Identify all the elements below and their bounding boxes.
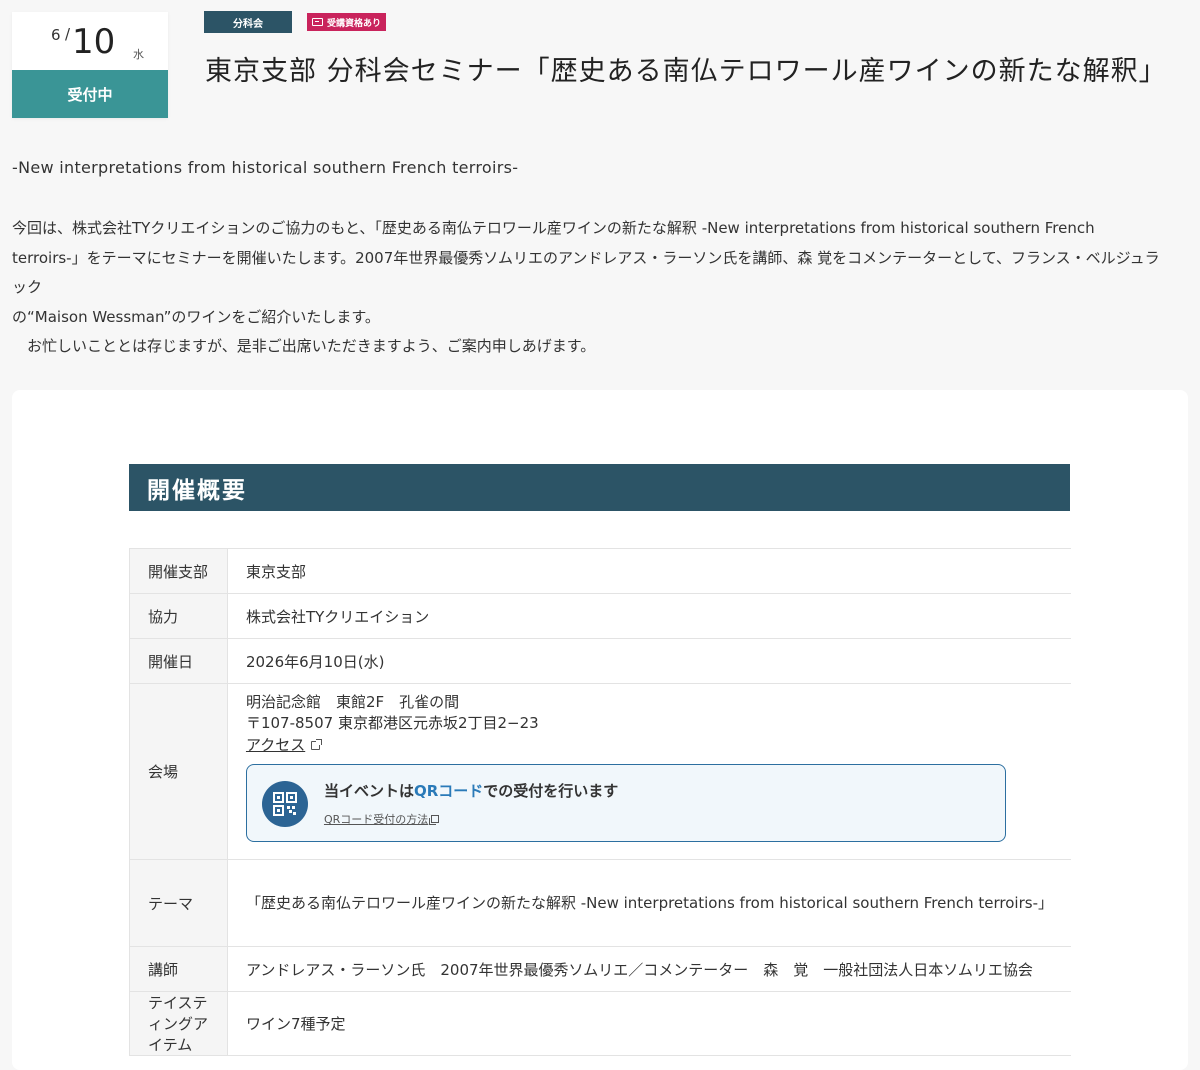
event-introduction: 今回は、株式会社TYクリエイションのご協力のもと、「歴史ある南仏テロワール産ワイ… — [12, 214, 1162, 362]
credit-tag: 受講資格あり — [307, 13, 387, 31]
row-label-cooperation: 協力 — [129, 593, 228, 639]
event-date-card: 6 / 10 水 受付中 — [12, 12, 168, 118]
qr-title-prefix: 当イベントは — [323, 782, 414, 800]
row-label-lecturer: 講師 — [129, 946, 228, 992]
date-separator: / — [65, 25, 71, 43]
registration-status-badge: 受付中 — [12, 70, 168, 118]
table-row: 協力 株式会社TYクリエイション — [129, 593, 1071, 639]
venue-name: 明治記念館 東館2F 孔雀の間 — [245, 693, 460, 711]
row-value-venue: 明治記念館 東館2F 孔雀の間 〒107-8507 東京都港区元赤坂2丁目2−2… — [227, 683, 1071, 860]
qr-method-link-label: QRコード受付の方法 — [323, 813, 429, 826]
intro-line: の“Maison Wessman”のワインをご紹介いたします。 — [12, 307, 380, 326]
certificate-icon — [312, 18, 323, 26]
access-link-label: アクセス — [245, 736, 306, 754]
date-month: 6 — [51, 26, 61, 44]
row-value-date: 2026年6月10日(水) — [227, 638, 1071, 684]
table-row: テイスティングアイテム ワイン7種予定 — [129, 991, 1071, 1056]
copy-icon — [429, 815, 440, 825]
row-value-branch: 東京支部 — [227, 548, 1071, 594]
table-row: 講師 アンドレアス・ラーソン氏 2007年世界最優秀ソムリエ／コメンテーター 森… — [129, 946, 1071, 992]
row-label-branch: 開催支部 — [129, 548, 228, 594]
credit-tag-label: 受講資格あり — [327, 18, 382, 29]
venue-address: 〒107-8507 東京都港区元赤坂2丁目2−23 — [245, 714, 539, 732]
row-value-lecturer: アンドレアス・ラーソン氏 2007年世界最優秀ソムリエ／コメンテーター 森 覚 … — [227, 946, 1071, 992]
table-row: 会場 明治記念館 東館2F 孔雀の間 〒107-8507 東京都港区元赤坂2丁目… — [129, 683, 1071, 860]
access-link[interactable]: アクセス — [245, 734, 323, 756]
date-weekday: 水 — [133, 48, 144, 61]
qr-title-suffix: での受付を行います — [483, 782, 619, 800]
overview-panel: 開催概要 開催支部 東京支部 協力 株式会社TYクリエイション 開催日 2026… — [12, 390, 1188, 1070]
qr-notice-title: 当イベントはQRコードでの受付を行います — [324, 780, 618, 801]
qr-method-link[interactable]: QRコード受付の方法 — [323, 811, 440, 827]
row-value-cooperation: 株式会社TYクリエイション — [227, 593, 1071, 639]
qr-code-icon — [261, 781, 308, 827]
table-row: テーマ 「歴史ある南仏テロワール産ワインの新たな解釈 -New interpre… — [129, 859, 1071, 947]
table-row: 開催日 2026年6月10日(水) — [129, 638, 1071, 684]
date-display: 6 / 10 水 — [12, 12, 168, 70]
qr-notice-box: 当イベントはQRコードでの受付を行います QRコード受付の方法 — [245, 764, 1006, 842]
qr-title-highlight: QRコード — [413, 782, 484, 800]
row-label-venue: 会場 — [129, 683, 228, 860]
row-label-tasting: テイスティングアイテム — [129, 991, 228, 1056]
table-row: 開催支部 東京支部 — [129, 548, 1071, 594]
intro-line: 今回は、株式会社TYクリエイションのご協力のもと、「歴史ある南仏テロワール産ワイ… — [12, 219, 1095, 237]
intro-line: お忙しいこととは存じますが、是非ご出席いただきますよう、ご案内申しあげます。 — [12, 337, 596, 355]
page-title: 東京支部 分科会セミナー「歴史ある南仏テロワール産ワインの新たな解釈」 — [205, 56, 1167, 87]
intro-line: terroirs-」をテーマにセミナーを開催いたします。2007年世界最優秀ソム… — [12, 248, 1160, 297]
category-tag: 分科会 — [204, 11, 292, 33]
row-label-theme: テーマ — [129, 859, 228, 947]
event-subtitle: -New interpretations from historical sou… — [12, 158, 519, 177]
row-value-tasting: ワイン7種予定 — [227, 991, 1071, 1056]
external-link-icon — [311, 738, 323, 750]
row-label-date: 開催日 — [129, 638, 228, 684]
overview-heading: 開催概要 — [129, 464, 1070, 511]
overview-table: 開催支部 東京支部 協力 株式会社TYクリエイション 開催日 2026年6月10… — [129, 548, 1071, 1056]
row-value-theme: 「歴史ある南仏テロワール産ワインの新たな解釈 -New interpretati… — [227, 859, 1071, 947]
date-day: 10 — [72, 22, 116, 62]
